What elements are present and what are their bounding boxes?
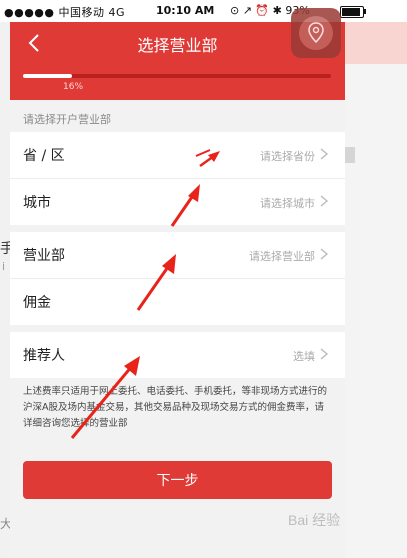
- background-header-fragment: [345, 20, 407, 64]
- branch-placeholder: 请选择营业部: [249, 250, 315, 263]
- branch-selection-panel: 选择营业部 16% 请选择开户营业部 省 / 区 请选择省份 城市 请选择城市 …: [10, 22, 345, 558]
- branch-label: 营业部: [23, 248, 65, 264]
- section-label: 请选择开户营业部: [23, 113, 111, 126]
- referrer-placeholder: 选填: [293, 350, 315, 363]
- province-row[interactable]: 省 / 区 请选择省份: [10, 132, 345, 179]
- city-placeholder: 请选择城市: [260, 197, 315, 210]
- background-block: [345, 147, 355, 163]
- watermark-text: Bai 经验: [288, 512, 341, 528]
- battery-icon: [340, 6, 366, 18]
- progress-fill: [23, 74, 73, 78]
- status-bar: ●●●●● 中国移动 4G 10:10 AM ⊙ ↗ ⏰ ✱ 93%: [0, 0, 407, 22]
- status-time: 10:10 AM: [156, 4, 215, 17]
- branch-row[interactable]: 营业部 请选择营业部: [10, 232, 345, 279]
- carrier-signal: ●●●●● 中国移动 4G: [4, 6, 126, 19]
- commission-row: 佣金: [10, 279, 345, 325]
- region-group: 省 / 区 请选择省份 城市 请选择城市: [10, 132, 345, 225]
- referrer-row[interactable]: 推荐人 选填: [10, 332, 345, 378]
- location-button[interactable]: [291, 8, 341, 58]
- progress-bar: [23, 74, 331, 78]
- background-right-strip: [345, 0, 407, 558]
- background-left-strip: [0, 0, 10, 558]
- branch-group: 营业部 请选择营业部 佣金: [10, 232, 345, 325]
- referrer-label: 推荐人: [23, 348, 65, 364]
- chevron-right-icon: [320, 195, 329, 207]
- referrer-group: 推荐人 选填: [10, 332, 345, 378]
- commission-label: 佣金: [23, 295, 51, 311]
- province-label: 省 / 区: [23, 148, 65, 164]
- chevron-right-icon: [320, 148, 329, 160]
- background-text: i: [2, 260, 6, 273]
- province-placeholder: 请选择省份: [260, 150, 315, 163]
- city-label: 城市: [23, 195, 51, 211]
- next-step-button[interactable]: 下一步: [23, 461, 332, 499]
- location-pin-icon: [308, 22, 324, 44]
- progress-label: 16%: [63, 82, 84, 92]
- chevron-right-icon: [320, 348, 329, 360]
- fee-disclaimer: 上述费率只适用于网上委托、电话委托、手机委托，等非现场方式进行的沪深A股及场内基…: [23, 386, 328, 429]
- city-row[interactable]: 城市 请选择城市: [10, 179, 345, 225]
- chevron-right-icon: [320, 248, 329, 260]
